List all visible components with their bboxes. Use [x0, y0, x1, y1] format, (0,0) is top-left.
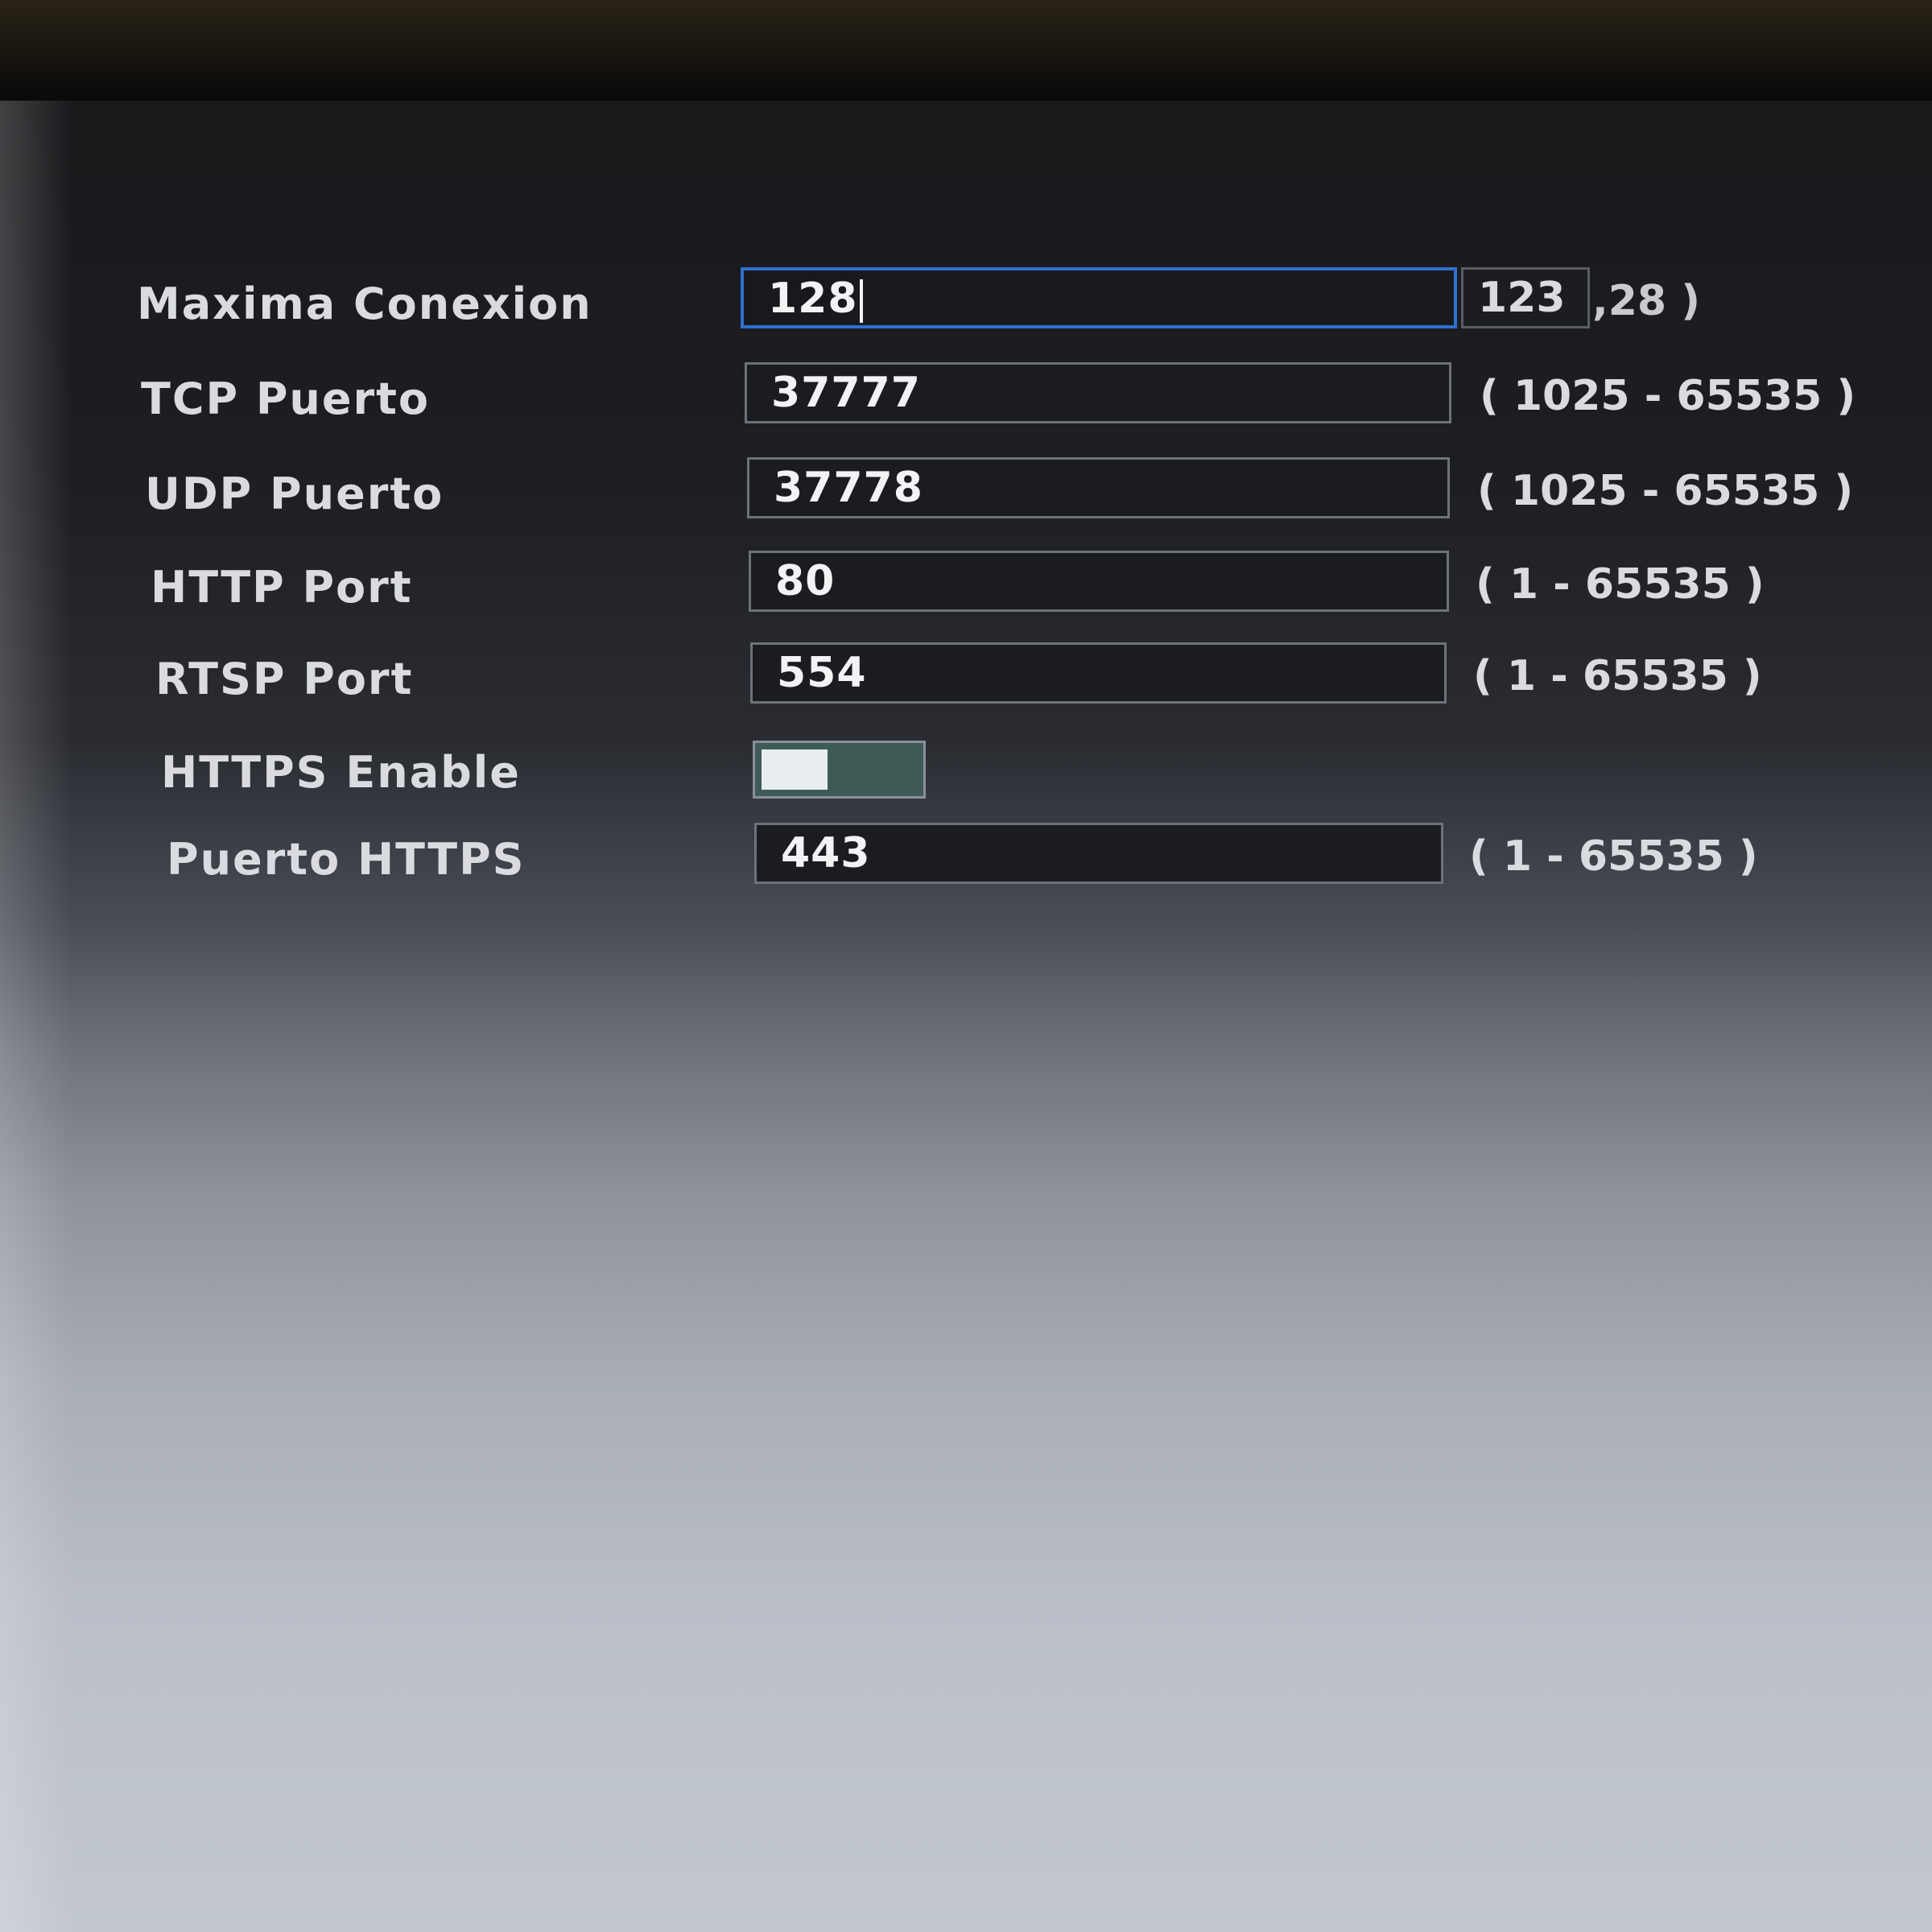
- setting-row-udp-port: UDP Puerto 37778 ( 1025 - 65535 ): [0, 457, 1932, 530]
- tcp-port-input[interactable]: 37777: [745, 362, 1451, 423]
- https-enable-toggle[interactable]: [753, 741, 926, 799]
- rtsp-port-range: ( 1 - 65535 ): [1473, 652, 1762, 700]
- https-port-label: Puerto HTTPS: [167, 834, 526, 885]
- rtsp-port-value: 554: [777, 649, 867, 697]
- max-connection-label: Maxima Conexion: [137, 279, 592, 329]
- setting-row-https-port: Puerto HTTPS 443 ( 1 - 65535 ): [0, 823, 1932, 895]
- https-port-value: 443: [781, 829, 871, 877]
- dvr-screen: Maxima Conexion 128 123 ,28 ) TCP Puerto…: [0, 0, 1932, 1932]
- udp-port-range: ( 1025 - 65535 ): [1477, 467, 1854, 515]
- udp-port-label: UDP Puerto: [145, 469, 444, 519]
- http-port-input[interactable]: 80: [749, 551, 1449, 612]
- https-port-input[interactable]: 443: [754, 823, 1443, 884]
- monitor-bezel: [0, 0, 1932, 101]
- setting-row-https-enable: HTTPS Enable: [0, 741, 1932, 813]
- setting-row-max-connection: Maxima Conexion 128 123 ,28 ): [0, 267, 1932, 340]
- max-connection-popup-value[interactable]: 123: [1461, 267, 1590, 328]
- http-port-range: ( 1 - 65535 ): [1476, 560, 1765, 609]
- rtsp-port-input[interactable]: 554: [750, 642, 1447, 704]
- max-connection-input[interactable]: 128: [741, 267, 1457, 328]
- setting-row-http-port: HTTP Port 80 ( 1 - 65535 ): [0, 551, 1932, 623]
- rtsp-port-label: RTSP Port: [155, 654, 414, 704]
- toggle-knob: [762, 749, 828, 790]
- text-cursor: [859, 279, 863, 323]
- max-connection-value: 128: [768, 275, 858, 323]
- udp-port-value: 37778: [774, 464, 923, 512]
- tcp-port-label: TCP Puerto: [141, 374, 431, 424]
- setting-row-tcp-port: TCP Puerto 37777 ( 1025 - 65535 ): [0, 362, 1932, 435]
- http-port-value: 80: [775, 557, 836, 605]
- https-port-range: ( 1 - 65535 ): [1469, 832, 1758, 881]
- tcp-port-range: ( 1025 - 65535 ): [1480, 372, 1856, 420]
- udp-port-input[interactable]: 37778: [747, 457, 1450, 518]
- max-connection-range-tail: ,28 ): [1592, 277, 1700, 325]
- tcp-port-value: 37777: [771, 369, 921, 417]
- https-enable-label: HTTPS Enable: [161, 747, 521, 798]
- http-port-label: HTTP Port: [151, 562, 413, 613]
- setting-row-rtsp-port: RTSP Port 554 ( 1 - 65535 ): [0, 642, 1932, 715]
